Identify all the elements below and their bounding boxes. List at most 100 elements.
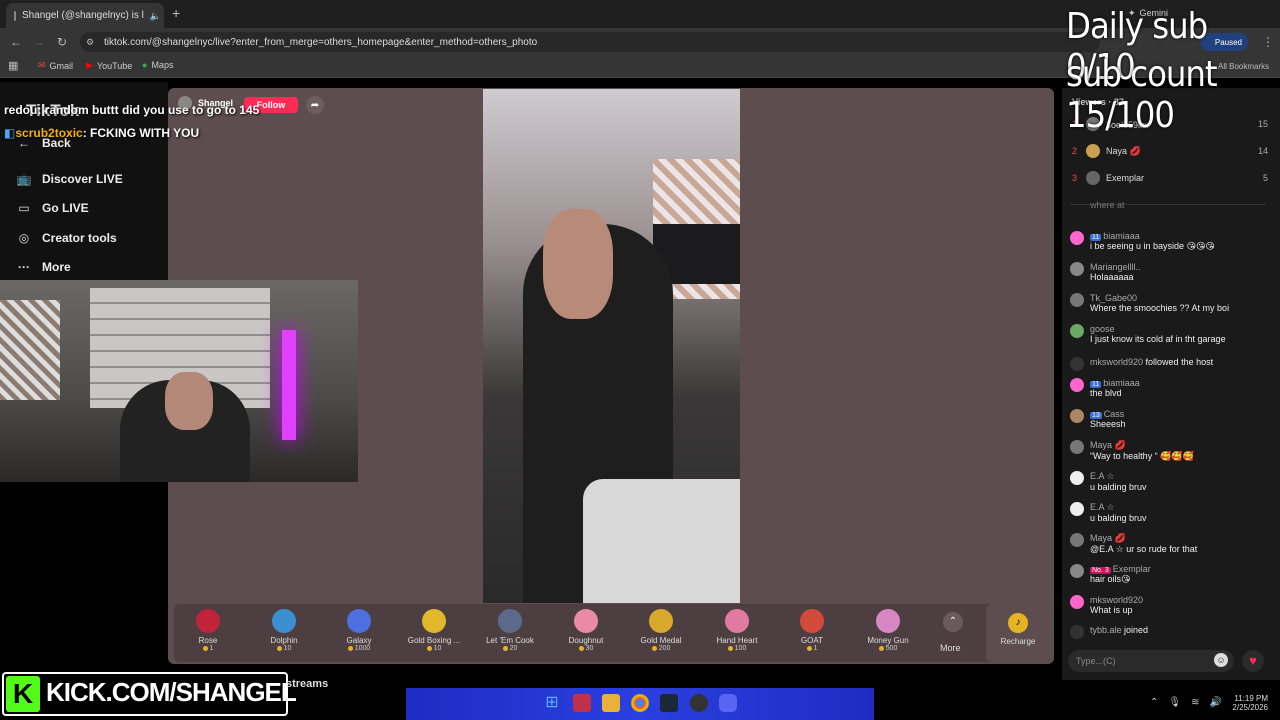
level-badge: 13 bbox=[1090, 412, 1102, 419]
gift-name: Galaxy bbox=[346, 636, 372, 645]
site-info-icon[interactable]: ⚙ bbox=[86, 36, 94, 48]
chat-text: Holaaaaaa bbox=[1090, 272, 1134, 282]
overlay-chat-text: : FCKING WITH YOU bbox=[82, 126, 200, 140]
apps-grid-icon[interactable]: ▦ bbox=[8, 60, 18, 72]
chat-message[interactable]: 11 biamiaaa the blvd bbox=[1070, 378, 1270, 398]
live-video bbox=[483, 89, 740, 603]
address-bar[interactable]: tiktok.com/@shangelnyc/live?enter_from_m… bbox=[80, 32, 1100, 52]
speaker-icon[interactable]: 🔈 bbox=[150, 10, 161, 22]
chat-message[interactable]: E.A ☆ u balding bruv bbox=[1070, 502, 1270, 523]
file-explorer-icon[interactable] bbox=[602, 694, 620, 712]
chevron-up-icon[interactable]: ⌃ bbox=[943, 612, 963, 632]
clock[interactable]: 11:19 PM 2/25/2026 bbox=[1228, 694, 1268, 712]
steam-icon[interactable] bbox=[660, 694, 678, 712]
bookmark-youtube[interactable]: ▶ YouTube bbox=[86, 60, 132, 71]
forward-arrow-icon[interactable]: → bbox=[33, 36, 45, 48]
reload-icon[interactable]: ↻ bbox=[57, 36, 67, 48]
heart-icon[interactable]: ♥ bbox=[1242, 650, 1264, 672]
chat-message[interactable]: Maya 💋 @E.A ☆ ur so rude for that bbox=[1070, 533, 1270, 555]
nav-discover-live[interactable]: 📺 Discover LIVE bbox=[16, 172, 123, 186]
gift-name: Dolphin bbox=[270, 636, 298, 645]
gift-item[interactable]: Galaxy 1000 bbox=[329, 609, 389, 652]
gift-icon bbox=[347, 609, 371, 633]
gift-more-button[interactable]: More bbox=[940, 643, 961, 653]
gift-item[interactable]: Money Gun 500 bbox=[858, 609, 918, 652]
discord-icon[interactable] bbox=[719, 694, 737, 712]
chat-user: E.A ☆ bbox=[1090, 471, 1115, 481]
gift-item[interactable]: Let 'Em Cook 20 bbox=[480, 609, 540, 652]
mic-icon[interactable]: 🎙 bbox=[1168, 697, 1181, 708]
chrome-icon[interactable] bbox=[631, 694, 649, 712]
viewer-row[interactable]: 2 Naya 💋 14 bbox=[1072, 144, 1268, 158]
avatar bbox=[1070, 625, 1084, 639]
back-arrow-icon[interactable]: ← bbox=[10, 36, 22, 48]
chat-message[interactable]: No. 3 Exemplar hair oils😘 bbox=[1070, 564, 1270, 585]
nav-more[interactable]: ··· More bbox=[16, 260, 71, 274]
wifi-icon[interactable]: ≋ bbox=[1191, 697, 1199, 708]
recharge-panel[interactable]: ♪ Recharge bbox=[986, 604, 1050, 662]
tab-title: Shangel (@shangelnyc) is l bbox=[22, 10, 144, 21]
emoji-icon[interactable]: ☺ bbox=[1214, 653, 1228, 667]
app-icon[interactable] bbox=[573, 694, 591, 712]
nav-creator-tools[interactable]: ◎ Creator tools bbox=[16, 231, 117, 245]
chat-input[interactable]: Type...(C) bbox=[1068, 650, 1234, 672]
bookmark-label: YouTube bbox=[96, 60, 133, 71]
gift-name: Gold Medal bbox=[640, 636, 682, 645]
volume-icon[interactable]: 🔊 bbox=[1209, 697, 1221, 708]
chat-user: biamiaaa bbox=[1103, 231, 1140, 241]
overlay-chat-line-1: redou: random buttt did you use to go to… bbox=[4, 103, 260, 117]
system-tray[interactable]: ⌃ 🎙 ≋ 🔊 bbox=[1150, 697, 1222, 708]
url-text: tiktok.com/@shangelnyc/live?enter_from_m… bbox=[104, 36, 538, 48]
bookmark-gmail[interactable]: ✉ Gmail bbox=[38, 60, 73, 71]
gift-item[interactable]: Rose 1 bbox=[178, 609, 238, 652]
chat-placeholder: Type...(C) bbox=[1076, 656, 1116, 666]
chevron-up-icon[interactable]: ⌃ bbox=[1150, 697, 1158, 708]
grey-pants bbox=[583, 479, 740, 603]
browser-tab[interactable]: Shangel (@shangelnyc) is l 🔈 × bbox=[6, 3, 164, 28]
gift-item[interactable]: Hand Heart 100 bbox=[707, 609, 767, 652]
bookmark-label: Maps bbox=[151, 60, 174, 70]
gift-icon bbox=[725, 609, 749, 633]
gift-price: 1 bbox=[178, 645, 238, 652]
windows-start-icon[interactable]: ⊞ bbox=[543, 694, 561, 712]
chat-text: followed the host bbox=[1145, 357, 1214, 367]
chat-message[interactable]: mksworld920 followed the host bbox=[1070, 357, 1270, 371]
bookmark-maps[interactable]: ● Maps bbox=[142, 60, 173, 70]
gift-item[interactable]: Dolphin 10 bbox=[254, 609, 314, 652]
obs-icon[interactable] bbox=[690, 694, 708, 712]
share-icon[interactable]: ➦ bbox=[306, 96, 324, 114]
new-tab-icon[interactable]: + bbox=[172, 6, 180, 20]
avatar bbox=[1070, 502, 1084, 516]
chat-message[interactable]: where at bbox=[1070, 200, 1270, 226]
chat-message[interactable]: Tk_Gabe00 Where the smoochies ?? At my bo… bbox=[1070, 293, 1270, 313]
nav-label: More bbox=[42, 260, 71, 274]
gift-name: Money Gun bbox=[867, 636, 909, 645]
gift-item[interactable]: Gold Boxing ... 10 bbox=[404, 609, 464, 652]
chat-message[interactable]: 11 biamiaaa i be seeing u in bayside 😘😘😘 bbox=[1070, 231, 1270, 252]
chat-message[interactable]: mksworld920 What is up bbox=[1070, 595, 1270, 615]
chat-message[interactable]: tybb.ale joined bbox=[1070, 625, 1270, 639]
chat-message[interactable]: Maya 💋 “Way to healthy “ 🥰🥰🥰 bbox=[1070, 440, 1270, 462]
viewer-rank: 2 bbox=[1072, 146, 1078, 156]
avatar bbox=[1070, 378, 1084, 392]
nav-label: Go LIVE bbox=[42, 201, 89, 215]
chat-message[interactable]: E.A ☆ u balding bruv bbox=[1070, 471, 1270, 492]
chat-text: u balding bruv bbox=[1090, 482, 1147, 492]
nav-label: Discover LIVE bbox=[42, 172, 123, 186]
nav-go-live[interactable]: ▭ Go LIVE bbox=[16, 201, 89, 215]
gift-price: 10 bbox=[254, 645, 314, 652]
gift-item[interactable]: Doughnut 30 bbox=[556, 609, 616, 652]
level-badge: 11 bbox=[1090, 381, 1102, 388]
gift-item[interactable]: GOAT 1 bbox=[782, 609, 842, 652]
chat-text: the blvd bbox=[1090, 388, 1122, 398]
chat-text: “Way to healthy “ 🥰🥰🥰 bbox=[1090, 451, 1194, 461]
viewer-row[interactable]: 3 Exemplar 5 bbox=[1072, 171, 1268, 185]
gift-icon bbox=[272, 609, 296, 633]
chat-message[interactable]: goose I just know its cold af in tht gara… bbox=[1070, 324, 1270, 344]
chat-message[interactable]: 13 Cass Sheeesh bbox=[1070, 409, 1270, 429]
gift-item[interactable]: Gold Medal 200 bbox=[631, 609, 691, 652]
recharge-label: Recharge bbox=[1000, 637, 1036, 646]
gift-name: Rose bbox=[198, 636, 218, 645]
chat-message[interactable]: Mariangellll.. Holaaaaaa bbox=[1070, 262, 1270, 282]
chat-user: goose bbox=[1090, 324, 1115, 334]
